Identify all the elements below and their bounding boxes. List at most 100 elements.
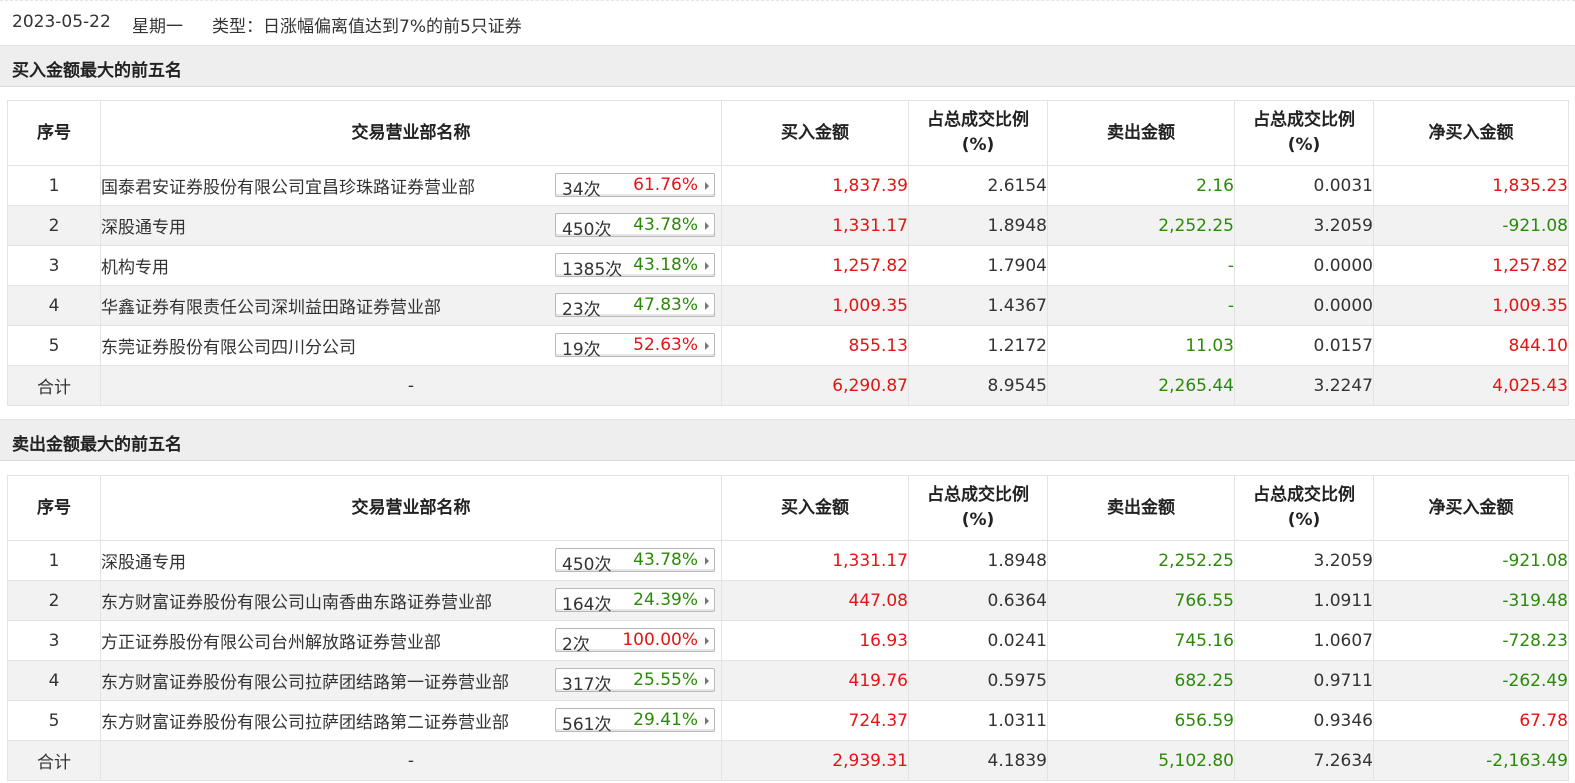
net-buy-amount: -319.48 xyxy=(1373,580,1569,621)
col-header-name: 交易营业部名称 xyxy=(100,100,722,166)
broker-stats-button[interactable]: 164次 24.39% xyxy=(555,588,715,615)
table-row: 5 东方财富证券股份有限公司拉萨团结路第二证券营业部 561次 29.41% 724.3… xyxy=(7,700,1569,741)
buy-ratio: 0.6364 xyxy=(908,580,1048,621)
total-row: 合计 -2,939.31 4.1839 5,102.80 7.2634 -2,163.49 xyxy=(7,740,1569,781)
total-net-buy-amount: -2,163.49 xyxy=(1373,740,1569,781)
col-header-buy-ratio: 占总成交比例 (%) xyxy=(908,100,1048,166)
broker-name: 深股通专用 xyxy=(101,218,186,238)
net-buy-amount: 67.78 xyxy=(1373,700,1569,741)
table-header-row: 序号 交易营业部名称 买入金额 占总成交比例 (%) 卖出金额 占总成交比例 (%)… xyxy=(7,475,1569,541)
success-rate: 43.78% xyxy=(633,215,698,235)
table-row: 1 国泰君安证券股份有限公司宜昌珍珠路证券营业部 34次 61.76% 1,837.39… xyxy=(7,165,1569,206)
total-buy-ratio: 8.9545 xyxy=(908,365,1048,406)
net-buy-amount: 844.10 xyxy=(1373,325,1569,366)
broker-stats-button[interactable]: 561次 29.41% xyxy=(555,708,715,735)
col-header-idx: 序号 xyxy=(7,475,101,541)
broker-name: 华鑫证券有限责任公司深圳益田路证券营业部 xyxy=(101,298,441,318)
broker-name-cell: 华鑫证券有限责任公司深圳益田路证券营业部 23次 47.83% xyxy=(100,285,722,326)
table-row: 5 东莞证券股份有限公司四川分公司 19次 52.63% 855.13 1.2172 11.… xyxy=(7,325,1569,366)
total-sell-ratio: 3.2247 xyxy=(1234,365,1374,406)
row-index: 3 xyxy=(7,245,101,286)
buy-ratio: 0.5975 xyxy=(908,660,1048,701)
table-row: 1 深股通专用 450次 43.78% 1,331.17 1.8948 2,252.25 3.… xyxy=(7,540,1569,581)
sell-amount: 2,252.25 xyxy=(1047,540,1235,581)
total-label: 合计 xyxy=(7,365,101,406)
sell-amount: 745.16 xyxy=(1047,620,1235,661)
net-buy-amount: -262.49 xyxy=(1373,660,1569,701)
col-header-buy: 买入金额 xyxy=(721,100,909,166)
broker-name-cell: 东方财富证券股份有限公司拉萨团结路第一证券营业部 317次 25.55% xyxy=(100,660,722,701)
sell-amount: 656.59 xyxy=(1047,700,1235,741)
listing-count: 1385次 xyxy=(562,260,623,280)
broker-stats-button[interactable]: 450次 43.78% xyxy=(555,548,715,575)
broker-stats-button[interactable]: 1385次 43.18% xyxy=(555,253,715,280)
net-buy-amount: -921.08 xyxy=(1373,205,1569,246)
buy-ratio: 1.0311 xyxy=(908,700,1048,741)
sell-ratio: 0.0157 xyxy=(1234,325,1374,366)
buy-ratio: 1.2172 xyxy=(908,325,1048,366)
net-buy-amount: 1,835.23 xyxy=(1373,165,1569,206)
table-row: 2 深股通专用 450次 43.78% 1,331.17 1.8948 2,252.25 3.… xyxy=(7,205,1569,246)
row-index: 2 xyxy=(7,205,101,246)
broker-stats-button[interactable]: 317次 25.55% xyxy=(555,668,715,695)
col-header-buy: 买入金额 xyxy=(721,475,909,541)
buy-amount: 724.37 xyxy=(721,700,909,741)
sell-amount: 2.16 xyxy=(1047,165,1235,206)
broker-stats-button[interactable]: 2次 100.00% xyxy=(555,628,715,655)
buy-amount: 419.76 xyxy=(721,660,909,701)
sell-ratio: 3.2059 xyxy=(1234,540,1374,581)
broker-name: 方正证券股份有限公司台州解放路证券营业部 xyxy=(101,633,441,653)
buy-amount: 16.93 xyxy=(721,620,909,661)
sell-section-title: 卖出金额最大的前五名 xyxy=(12,435,182,455)
total-buy-amount: 2,939.31 xyxy=(721,740,909,781)
success-rate: 100.00% xyxy=(622,630,698,650)
broker-stats-button[interactable]: 450次 43.78% xyxy=(555,213,715,240)
buy-ratio: 1.8948 xyxy=(908,205,1048,246)
success-rate: 24.39% xyxy=(633,590,698,610)
total-sell-amount: 5,102.80 xyxy=(1047,740,1235,781)
broker-stats-button[interactable]: 34次 61.76% xyxy=(555,173,715,200)
sell-ratio: 0.9346 xyxy=(1234,700,1374,741)
total-name-placeholder: - xyxy=(100,740,722,781)
row-index: 2 xyxy=(7,580,101,621)
broker-stats-button[interactable]: 19次 52.63% xyxy=(555,333,715,360)
total-name-placeholder: - xyxy=(100,365,722,406)
listing-count: 19次 xyxy=(562,340,601,360)
listing-count: 450次 xyxy=(562,555,612,575)
table-row: 3 方正证券股份有限公司台州解放路证券营业部 2次 100.00% 16.93 0.024… xyxy=(7,620,1569,661)
sell-ratio: 3.2059 xyxy=(1234,205,1374,246)
caret-right-icon xyxy=(705,677,709,685)
listing-count: 450次 xyxy=(562,220,612,240)
buy-ratio: 0.0241 xyxy=(908,620,1048,661)
broker-name: 东方财富证券股份有限公司拉萨团结路第二证券营业部 xyxy=(101,713,509,733)
sell-ratio: 0.0000 xyxy=(1234,285,1374,326)
success-rate: 43.78% xyxy=(633,550,698,570)
sell-amount: 682.25 xyxy=(1047,660,1235,701)
sell-amount: - xyxy=(1047,245,1235,286)
col-header-net: 净买入金额 xyxy=(1373,475,1569,541)
caret-right-icon xyxy=(705,717,709,725)
table-row: 3 机构专用 1385次 43.18% 1,257.82 1.7904-0.0000 1,2… xyxy=(7,245,1569,286)
date-text: 2023-05-22 xyxy=(12,12,111,32)
row-index: 4 xyxy=(7,660,101,701)
listing-count: 34次 xyxy=(562,180,601,200)
buy-amount: 855.13 xyxy=(721,325,909,366)
caret-right-icon xyxy=(705,182,709,190)
sell-amount: 11.03 xyxy=(1047,325,1235,366)
table-row: 4 东方财富证券股份有限公司拉萨团结路第一证券营业部 317次 25.55% 419.7… xyxy=(7,660,1569,701)
buy-amount: 1,009.35 xyxy=(721,285,909,326)
buy-amount: 1,837.39 xyxy=(721,165,909,206)
broker-name: 深股通专用 xyxy=(101,553,186,573)
col-header-idx: 序号 xyxy=(7,100,101,166)
total-buy-amount: 6,290.87 xyxy=(721,365,909,406)
row-index: 5 xyxy=(7,325,101,366)
net-buy-amount: -728.23 xyxy=(1373,620,1569,661)
buy-amount: 1,331.17 xyxy=(721,205,909,246)
type-text: 类型：日涨幅偏离值达到7%的前5只证券 xyxy=(212,17,522,37)
success-rate: 29.41% xyxy=(633,710,698,730)
net-buy-amount: 1,257.82 xyxy=(1373,245,1569,286)
broker-stats-button[interactable]: 23次 47.83% xyxy=(555,293,715,320)
sell-amount: 766.55 xyxy=(1047,580,1235,621)
sell-ratio: 0.9711 xyxy=(1234,660,1374,701)
total-row: 合计 -6,290.87 8.9545 2,265.44 3.2247 4,025.43 xyxy=(7,365,1569,406)
